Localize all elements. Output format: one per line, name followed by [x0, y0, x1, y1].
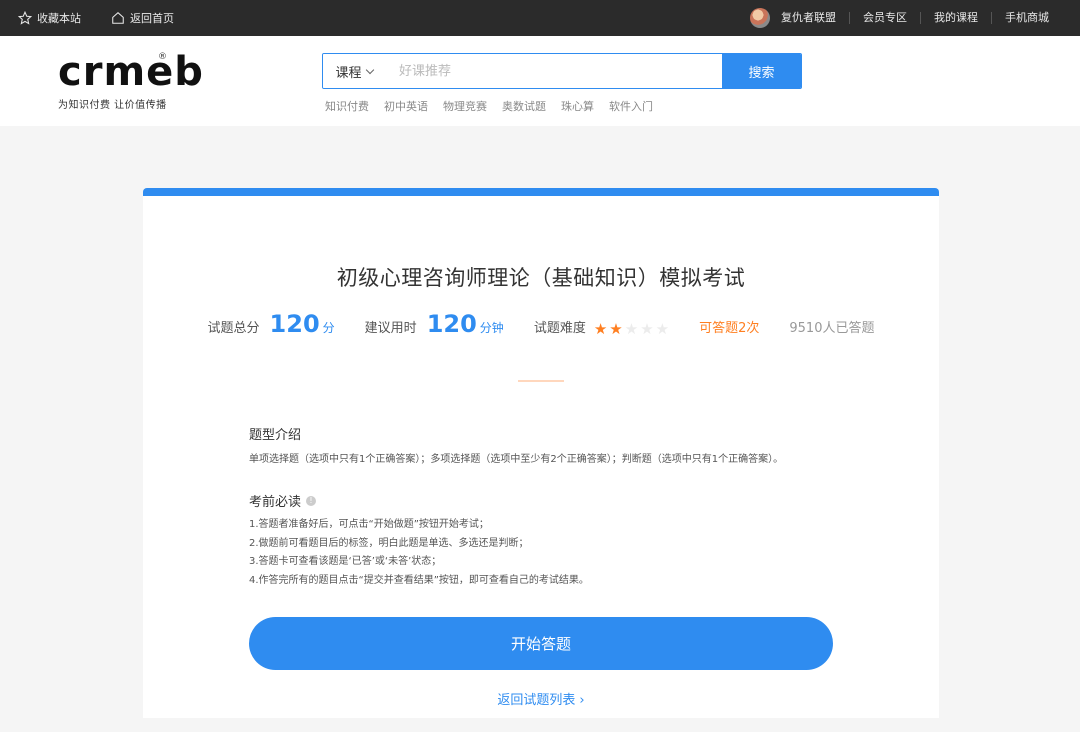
- divider: [518, 380, 564, 382]
- search-category-select[interactable]: 课程: [323, 54, 385, 88]
- top-bar: 收藏本站 返回首页 复仇者联盟 会员专区 我的课程 手机商城: [0, 0, 1080, 36]
- favorite-site-link[interactable]: 收藏本站: [18, 10, 81, 26]
- member-zone-link[interactable]: 会员专区: [849, 12, 920, 24]
- hot-tags: 知识付费 初中英语 物理竞赛 奥数试题 珠心算 软件入门: [322, 98, 802, 114]
- notice-rules: 1.答题者准备好后，可点击“开始做题”按钮开始考试； 2.做题前可看题目后的标签…: [249, 516, 833, 590]
- suggested-time-label: 建议用时: [364, 321, 417, 336]
- top-bar-left: 收藏本站 返回首页: [18, 10, 204, 26]
- total-score-value: 120: [269, 310, 320, 338]
- back-home-link[interactable]: 返回首页: [111, 10, 174, 26]
- home-icon: [112, 12, 124, 24]
- total-score-label: 试题总分: [207, 321, 260, 336]
- chevron-right-icon: ›: [579, 693, 585, 708]
- notice-rule: 4.作答完所有的题目点击“提交并查看结果”按钮，即可查看自己的考试结果。: [249, 574, 589, 586]
- avatar: [750, 8, 770, 28]
- hot-tag[interactable]: 珠心算: [561, 98, 594, 114]
- search-input[interactable]: [385, 54, 722, 88]
- back-to-list-label: 返回试题列表: [497, 693, 576, 708]
- header: crmeb ® 为知识付费 让价值传播 课程 搜索 知识付费 初中英语 物理竞赛…: [0, 36, 1080, 126]
- notice-rule: 2.做题前可看题目后的标签，明白此题是单选、多选还是判断；: [249, 537, 529, 549]
- hot-tag[interactable]: 奥数试题: [502, 98, 546, 114]
- chevron-down-icon: [365, 65, 374, 74]
- total-score-unit: 分: [322, 321, 335, 335]
- mobile-mall-label: 手机商城: [1005, 11, 1049, 24]
- difficulty-rating: ★ ★ ★ ★ ★: [594, 322, 669, 337]
- notice-rule: 1.答题者准备好后，可点击“开始做题”按钮开始考试；: [249, 519, 489, 530]
- star-outline-icon: [18, 11, 32, 25]
- search-button[interactable]: 搜索: [722, 54, 801, 88]
- favorite-site-label: 收藏本站: [37, 12, 81, 25]
- my-courses-label: 我的课程: [934, 11, 978, 24]
- user-menu[interactable]: 复仇者联盟: [737, 8, 849, 28]
- star-filled-icon: ★: [593, 320, 608, 338]
- notice-title: 考前必读 !: [249, 491, 833, 510]
- my-courses-link[interactable]: 我的课程: [920, 12, 991, 24]
- intro-text: 单项选择题（选项中只有1个正确答案）；多项选择题（选项中至少有2个正确答案）；判…: [249, 454, 784, 465]
- username: 复仇者联盟: [781, 11, 836, 24]
- mobile-mall-link[interactable]: 手机商城: [991, 12, 1062, 24]
- exam-title: 初级心理咨询师理论（基础知识）模拟考试: [336, 266, 746, 290]
- exam-card: 初级心理咨询师理论（基础知识）模拟考试 试题总分 120 分 建议用时 120 …: [143, 188, 939, 718]
- star-filled-icon: ★: [609, 320, 623, 338]
- back-to-list-link[interactable]: 返回试题列表 ›: [143, 689, 939, 708]
- attempts-remaining: 可答题2次: [699, 321, 760, 336]
- intro-title: 题型介绍: [249, 424, 833, 443]
- suggested-time-stat: 建议用时 120 分钟: [365, 310, 504, 338]
- search-box: 课程 搜索: [322, 53, 802, 89]
- suggested-time-value: 120: [426, 310, 477, 338]
- answered-count: 9510人已答题: [789, 321, 875, 336]
- back-home-label: 返回首页: [130, 12, 174, 25]
- star-empty-icon: ★: [640, 320, 654, 338]
- logo-mark: crmeb: [58, 49, 204, 95]
- difficulty-label: 试题难度: [533, 321, 586, 336]
- info-icon[interactable]: !: [306, 495, 317, 506]
- hot-tag[interactable]: 初中英语: [384, 98, 428, 114]
- logo-slogan: 为知识付费 让价值传播: [58, 100, 167, 111]
- difficulty-stat: 试题难度 ★ ★ ★ ★ ★: [533, 317, 669, 337]
- exam-info: 题型介绍 单项选择题（选项中只有1个正确答案）；多项选择题（选项中至少有2个正确…: [249, 424, 833, 590]
- star-empty-icon: ★: [624, 320, 639, 338]
- total-score-stat: 试题总分 120 分: [208, 310, 335, 338]
- member-zone-label: 会员专区: [863, 11, 907, 24]
- logo-registered-mark: ®: [158, 52, 167, 62]
- logo[interactable]: crmeb ® 为知识付费 让价值传播: [58, 52, 204, 126]
- suggested-time-unit: 分钟: [479, 321, 504, 335]
- top-bar-right: 复仇者联盟 会员专区 我的课程 手机商城: [737, 8, 1062, 28]
- search-category-label: 课程: [335, 65, 362, 81]
- intro-title-text: 题型介绍: [249, 428, 302, 443]
- hot-tag[interactable]: 物理竞赛: [443, 98, 487, 114]
- hot-tag[interactable]: 知识付费: [325, 98, 369, 114]
- hot-tag[interactable]: 软件入门: [609, 98, 653, 114]
- notice-rule: 3.答题卡可查看该题是‘已答’或‘未答’状态；: [249, 556, 442, 567]
- search-area: 课程 搜索 知识付费 初中英语 物理竞赛 奥数试题 珠心算 软件入门: [322, 53, 802, 114]
- notice-title-text: 考前必读: [249, 495, 302, 510]
- start-exam-button[interactable]: 开始答题: [249, 617, 833, 670]
- star-empty-icon: ★: [655, 320, 670, 338]
- exam-stats: 试题总分 120 分 建议用时 120 分钟 试题难度 ★ ★ ★ ★ ★ 可答题2次 …: [143, 310, 939, 338]
